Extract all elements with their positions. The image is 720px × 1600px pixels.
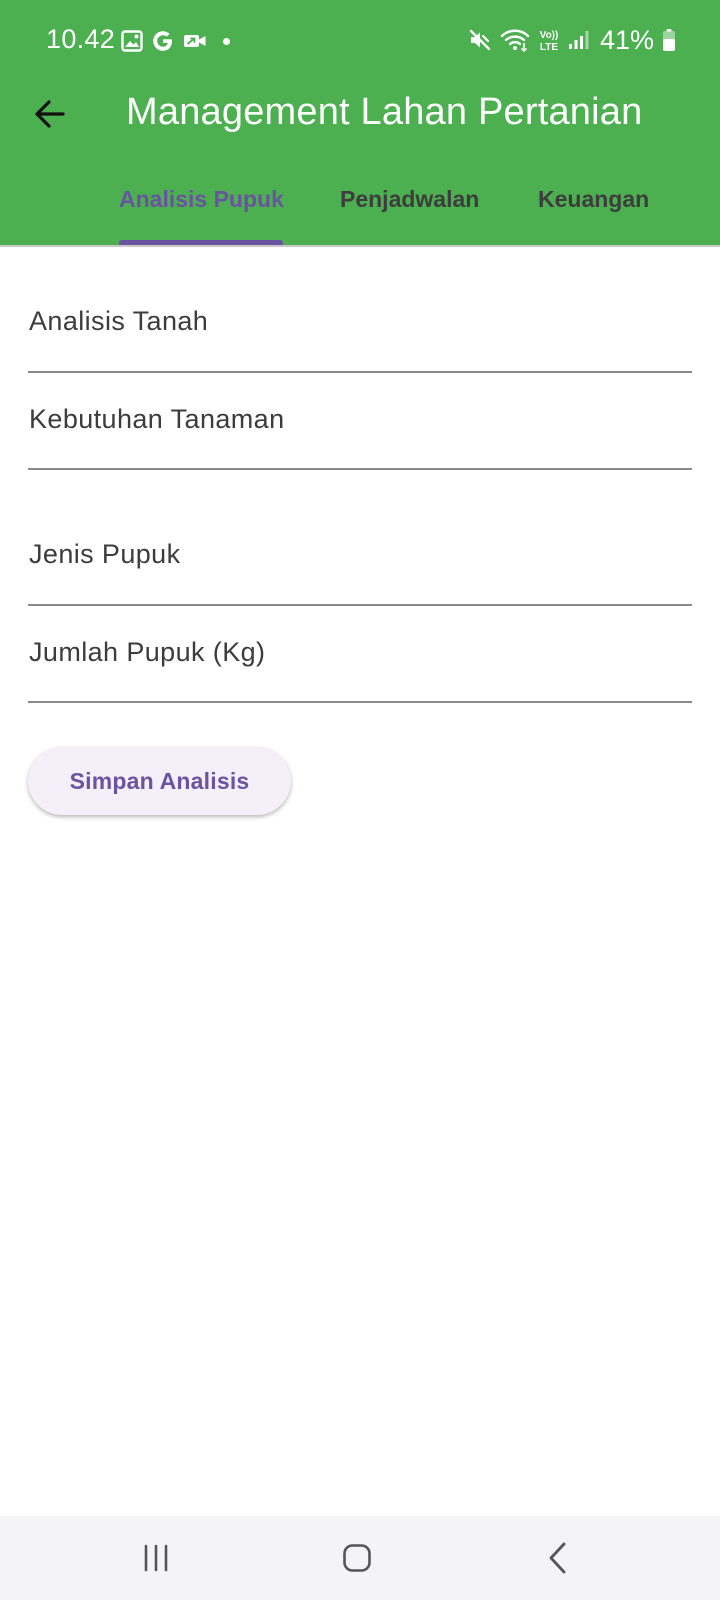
tab-analisis-pupuk[interactable]: Analisis Pupuk bbox=[119, 186, 284, 213]
system-nav-bar bbox=[0, 1516, 720, 1600]
arrow-left-icon bbox=[35, 100, 65, 128]
nav-back-button[interactable] bbox=[527, 1526, 591, 1590]
svg-text:Vo)): Vo)) bbox=[540, 30, 559, 41]
recent-apps-icon bbox=[144, 1544, 168, 1572]
status-bar: 10.42 Vo)) LTE 41% bbox=[0, 0, 720, 80]
signal-icon bbox=[568, 29, 590, 51]
field-label: Jenis Pupuk bbox=[29, 539, 181, 569]
home-icon bbox=[343, 1544, 371, 1572]
volte-icon: Vo)) LTE bbox=[538, 27, 560, 53]
field-label: Jumlah Pupuk (Kg) bbox=[29, 637, 266, 667]
screen: 10.42 Vo)) LTE 41% Management Lahan Pert… bbox=[0, 0, 720, 1600]
jumlah-pupuk-field[interactable]: Jumlah Pupuk (Kg) bbox=[28, 637, 692, 733]
battery-icon bbox=[662, 28, 676, 52]
home-button[interactable] bbox=[325, 1526, 389, 1590]
back-button[interactable] bbox=[24, 88, 76, 140]
tab-penjadwalan[interactable]: Penjadwalan bbox=[340, 186, 479, 213]
status-time: 10.42 bbox=[46, 24, 116, 54]
status-icons-right: Vo)) LTE 41% bbox=[468, 24, 676, 56]
svg-text:LTE: LTE bbox=[540, 42, 558, 53]
field-underline bbox=[28, 468, 692, 470]
field-underline bbox=[28, 604, 692, 606]
jenis-pupuk-field[interactable]: Jenis Pupuk bbox=[28, 539, 692, 635]
google-g-icon bbox=[151, 29, 175, 53]
wifi-icon bbox=[500, 27, 530, 53]
tab-keuangan[interactable]: Keuangan bbox=[538, 186, 649, 213]
mute-icon bbox=[468, 28, 492, 52]
analisis-tanah-field[interactable]: Analisis Tanah bbox=[28, 306, 692, 402]
battery-percent: 41% bbox=[599, 24, 654, 55]
header-divider bbox=[0, 245, 720, 247]
recent-apps-button[interactable] bbox=[124, 1526, 188, 1590]
app-header: 10.42 Vo)) LTE 41% Management Lahan Pert… bbox=[0, 0, 720, 247]
kebutuhan-tanaman-field[interactable]: Kebutuhan Tanaman bbox=[28, 404, 692, 500]
field-underline bbox=[28, 371, 692, 373]
video-camera-icon bbox=[183, 31, 207, 51]
back-icon bbox=[549, 1542, 566, 1574]
status-icons-left bbox=[121, 26, 230, 56]
field-label: Analisis Tanah bbox=[29, 306, 209, 336]
notification-dot bbox=[223, 37, 230, 45]
field-label: Kebutuhan Tanaman bbox=[29, 404, 285, 434]
simpan-analisis-button[interactable]: Simpan Analisis bbox=[28, 747, 291, 815]
page-title: Management Lahan Pertanian bbox=[126, 91, 643, 133]
gallery-icon bbox=[121, 30, 143, 52]
field-underline bbox=[28, 701, 692, 703]
